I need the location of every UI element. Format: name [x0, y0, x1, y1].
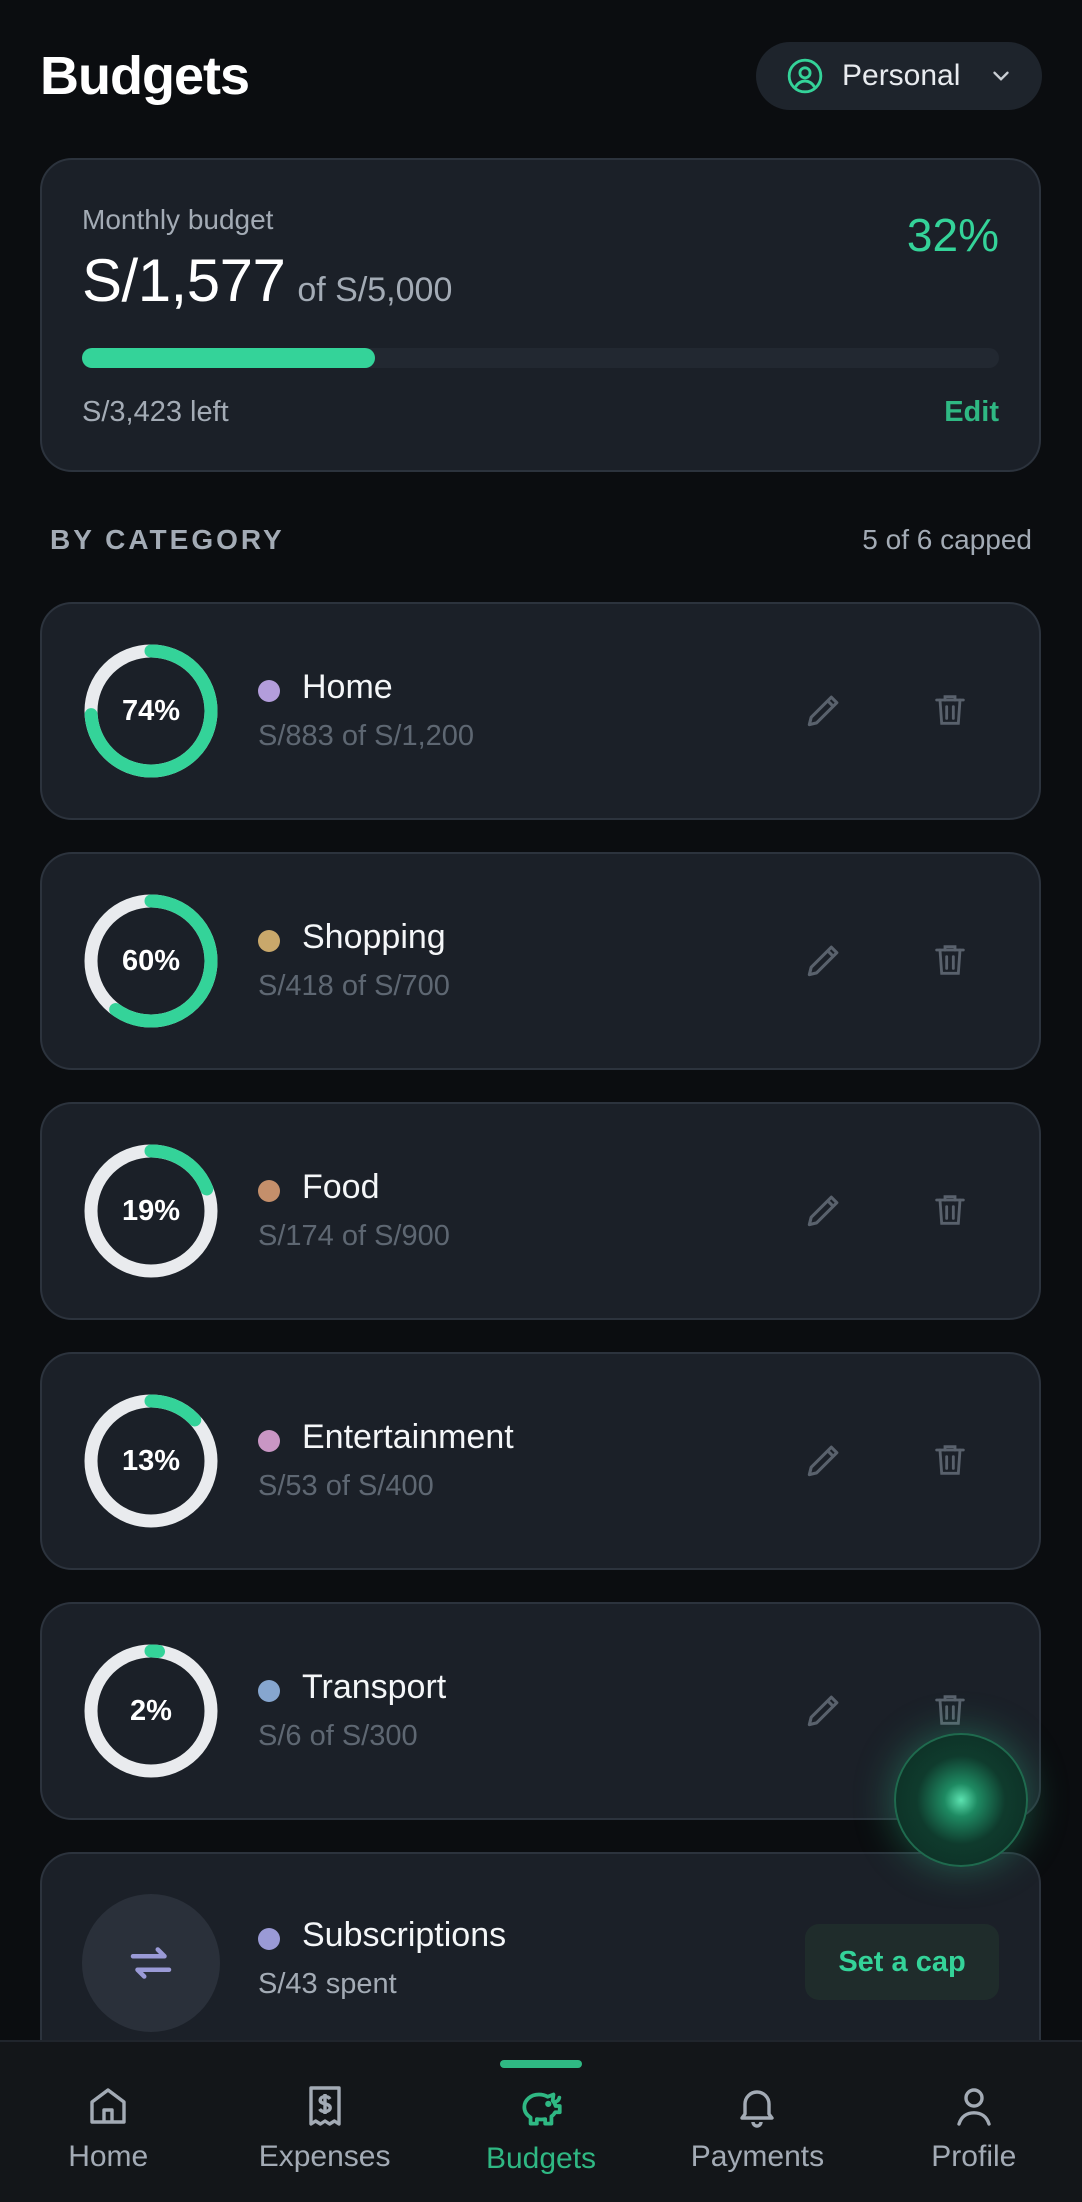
page-title: Budgets [40, 46, 250, 106]
set-cap-button[interactable]: Set a cap [805, 1924, 999, 2000]
progress-ring: 74% [82, 642, 220, 780]
edit-category-button[interactable] [792, 1178, 856, 1242]
category-color-dot [258, 680, 280, 702]
budget-progress-bar [82, 348, 999, 368]
category-color-dot [258, 1928, 280, 1950]
pencil-icon [807, 1195, 839, 1227]
ring-percent: 2% [130, 1694, 172, 1727]
user-circle-icon [787, 58, 823, 94]
trash-icon [935, 1695, 965, 1725]
category-card-food[interactable]: 19% Food S/174 of S/900 [40, 1102, 1041, 1320]
budget-total: of S/5,000 [297, 271, 453, 309]
category-name: Entertainment [302, 1418, 514, 1456]
category-section-header: BY CATEGORY 5 of 6 capped [50, 524, 1032, 556]
edit-category-button[interactable] [792, 678, 856, 742]
category-color-dot [258, 930, 280, 952]
section-title: BY CATEGORY [50, 524, 285, 555]
pencil-icon [807, 1445, 839, 1477]
budget-progress-fill [82, 348, 376, 368]
category-card-entertainment[interactable]: 13% Entertainment S/53 of S/400 [40, 1352, 1041, 1570]
nav-payments[interactable]: Payments [649, 2042, 865, 2202]
pencil-icon [807, 1695, 839, 1727]
ring-percent: 74% [121, 694, 181, 727]
spent-amount: S/1,577 [82, 247, 286, 314]
progress-ring: 19% [82, 1142, 220, 1280]
nav-expenses-label: Expenses [258, 2140, 391, 2173]
category-color-dot [258, 1180, 280, 1202]
edit-category-button[interactable] [792, 928, 856, 992]
capped-count: 5 of 6 capped [862, 524, 1032, 555]
category-card-home[interactable]: 74% Home S/883 of S/1,200 [40, 602, 1041, 820]
category-amount: S/6 of S/300 [258, 1720, 418, 1752]
bell-icon [740, 2090, 775, 2128]
bottom-nav: Home Expenses Budgets Payments Profile [0, 2040, 1082, 2202]
category-name: Home [302, 668, 393, 706]
category-amount: S/883 of S/1,200 [258, 720, 475, 752]
budget-remaining: S/3,423 left [82, 396, 229, 428]
floating-action-button[interactable] [894, 1733, 1028, 1867]
pencil-icon [807, 945, 839, 977]
category-name: Shopping [302, 918, 446, 956]
nav-expenses[interactable]: Expenses [216, 2042, 432, 2202]
trash-icon [935, 695, 965, 725]
category-name: Subscriptions [302, 1916, 507, 1954]
category-color-dot [258, 1430, 280, 1452]
category-amount: S/174 of S/900 [258, 1220, 450, 1252]
nav-home-label: Home [68, 2140, 149, 2173]
monthly-budget-card: Monthly budget S/1,577 of S/5,000 32% S/… [40, 158, 1041, 472]
nav-budgets-label: Budgets [485, 2142, 597, 2175]
monthly-budget-label: Monthly budget [82, 204, 274, 235]
delete-category-button[interactable] [918, 1678, 982, 1742]
category-name: Food [302, 1168, 380, 1206]
pencil-icon [807, 695, 839, 727]
category-amount: S/53 of S/400 [258, 1470, 434, 1502]
ring-percent: 19% [121, 1194, 181, 1227]
category-color-dot [258, 1680, 280, 1702]
category-amount: S/418 of S/700 [258, 970, 450, 1002]
home-icon [90, 2088, 126, 2124]
delete-category-button[interactable] [918, 1178, 982, 1242]
receipt-icon [308, 2086, 341, 2126]
nav-payments-label: Payments [690, 2140, 825, 2173]
category-amount: S/43 spent [258, 1968, 397, 2000]
trash-icon [935, 1195, 965, 1225]
active-tab-indicator [500, 2060, 583, 2068]
ring-percent: 60% [121, 944, 181, 977]
chevron-down-icon [993, 71, 1009, 81]
profile-switcher[interactable]: Personal [756, 42, 1042, 110]
repeat-icon [130, 1947, 172, 1979]
trash-icon [935, 945, 965, 975]
category-card-shopping[interactable]: 60% Shopping S/418 of S/700 [40, 852, 1041, 1070]
progress-ring: 2% [82, 1642, 220, 1780]
edit-category-button[interactable] [792, 1678, 856, 1742]
progress-ring: 60% [82, 892, 220, 1030]
edit-category-button[interactable] [792, 1428, 856, 1492]
budget-percent: 32% [906, 209, 999, 261]
amount-row: S/1,577 of S/5,000 [82, 246, 999, 315]
delete-category-button[interactable] [918, 678, 982, 742]
nav-home[interactable]: Home [0, 2042, 216, 2202]
delete-category-button[interactable] [918, 1428, 982, 1492]
delete-category-button[interactable] [918, 928, 982, 992]
nav-budgets[interactable]: Budgets [433, 2042, 649, 2202]
category-name: Transport [302, 1668, 447, 1706]
profile-label: Personal [842, 59, 961, 92]
nav-profile[interactable]: Profile [866, 2042, 1082, 2202]
piggy-bank-icon [522, 2092, 562, 2126]
ring-percent: 13% [121, 1444, 181, 1477]
person-icon [957, 2088, 991, 2126]
header: Budgets Personal [40, 36, 1042, 116]
category-card-transport[interactable]: 2% Transport S/6 of S/300 [40, 1602, 1041, 1820]
progress-ring: 13% [82, 1392, 220, 1530]
trash-icon [935, 1445, 965, 1475]
category-icon [82, 1894, 220, 2032]
edit-budget-link[interactable]: Edit [944, 396, 999, 429]
nav-profile-label: Profile [931, 2140, 1017, 2173]
